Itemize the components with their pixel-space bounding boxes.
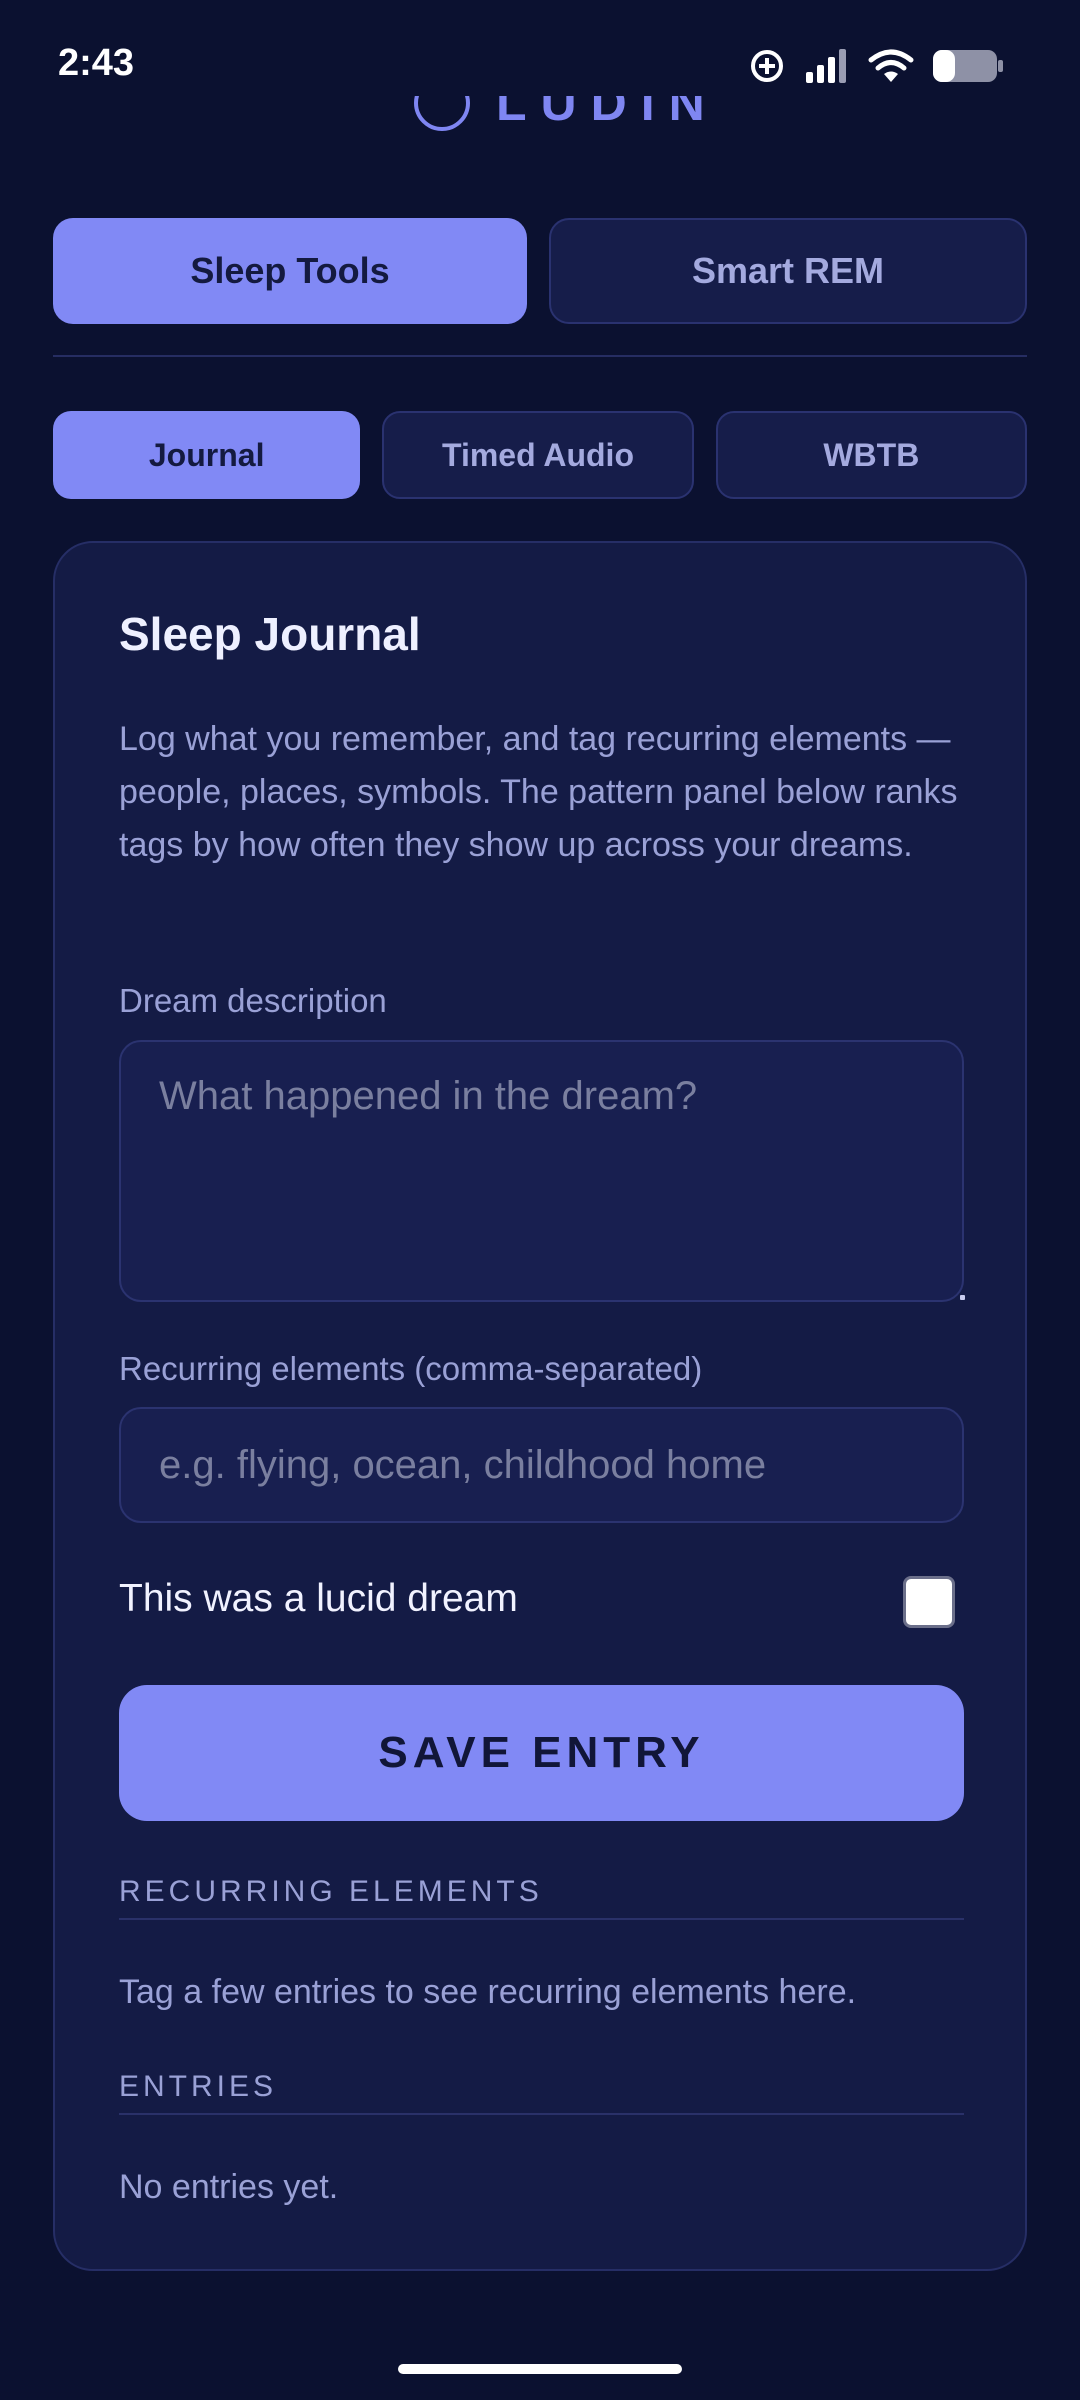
lucid-dream-checkbox[interactable] bbox=[903, 1576, 955, 1628]
logo-ring-icon bbox=[414, 96, 470, 131]
add-circle-icon bbox=[748, 47, 786, 85]
logo-text: LUDIN bbox=[496, 96, 719, 131]
status-icons bbox=[748, 44, 1004, 88]
app-screen: 2:43 LUDIN Sleep Tools Smart REM Journal… bbox=[0, 0, 1080, 2400]
wifi-icon bbox=[868, 48, 914, 84]
app-logo: LUDIN bbox=[0, 96, 1080, 156]
entries-empty-text: No entries yet. bbox=[119, 2168, 339, 2206]
subtab-wbtb[interactable]: WBTB bbox=[715, 411, 1027, 499]
tab-sleep-tools[interactable]: Sleep Tools bbox=[53, 218, 527, 324]
subtab-journal[interactable]: Journal bbox=[53, 411, 361, 499]
recurring-elements-label: Recurring elements (comma-separated) bbox=[119, 1350, 703, 1387]
primary-tabs: Sleep Tools Smart REM bbox=[53, 218, 1027, 324]
card-description: Log what you remember, and tag recurring… bbox=[119, 720, 958, 864]
journal-card: Sleep Journal Log what you remember, and… bbox=[53, 541, 1027, 2271]
subtab-timed-audio[interactable]: Timed Audio bbox=[382, 411, 694, 499]
entries-divider bbox=[119, 2113, 964, 2115]
battery-icon bbox=[932, 48, 1004, 84]
tab-smart-rem[interactable]: Smart REM bbox=[549, 218, 1027, 324]
recurring-empty-text: Tag a few entries to see recurring eleme… bbox=[119, 1973, 857, 2011]
home-indicator[interactable] bbox=[398, 2364, 682, 2374]
card-title: Sleep Journal bbox=[119, 608, 421, 660]
lucid-dream-label: This was a lucid dream bbox=[119, 1577, 518, 1620]
save-entry-button[interactable]: SAVE ENTRY bbox=[119, 1685, 964, 1821]
dream-description-textarea[interactable]: What happened in the dream? bbox=[119, 1040, 964, 1302]
tabs-divider bbox=[53, 355, 1027, 357]
cell-signal-icon bbox=[804, 48, 850, 84]
resize-handle-icon[interactable] bbox=[960, 1295, 965, 1300]
recurring-elements-heading: RECURRING ELEMENTS bbox=[119, 1875, 543, 1908]
recurring-divider bbox=[119, 1918, 964, 1920]
dream-description-label: Dream description bbox=[119, 982, 387, 1019]
recurring-elements-input[interactable]: e.g. flying, ocean, childhood home bbox=[119, 1407, 964, 1523]
entries-heading: ENTRIES bbox=[119, 2070, 278, 2103]
status-time: 2:43 bbox=[58, 42, 135, 84]
sub-tabs: Journal Timed Audio WBTB bbox=[53, 411, 1027, 499]
